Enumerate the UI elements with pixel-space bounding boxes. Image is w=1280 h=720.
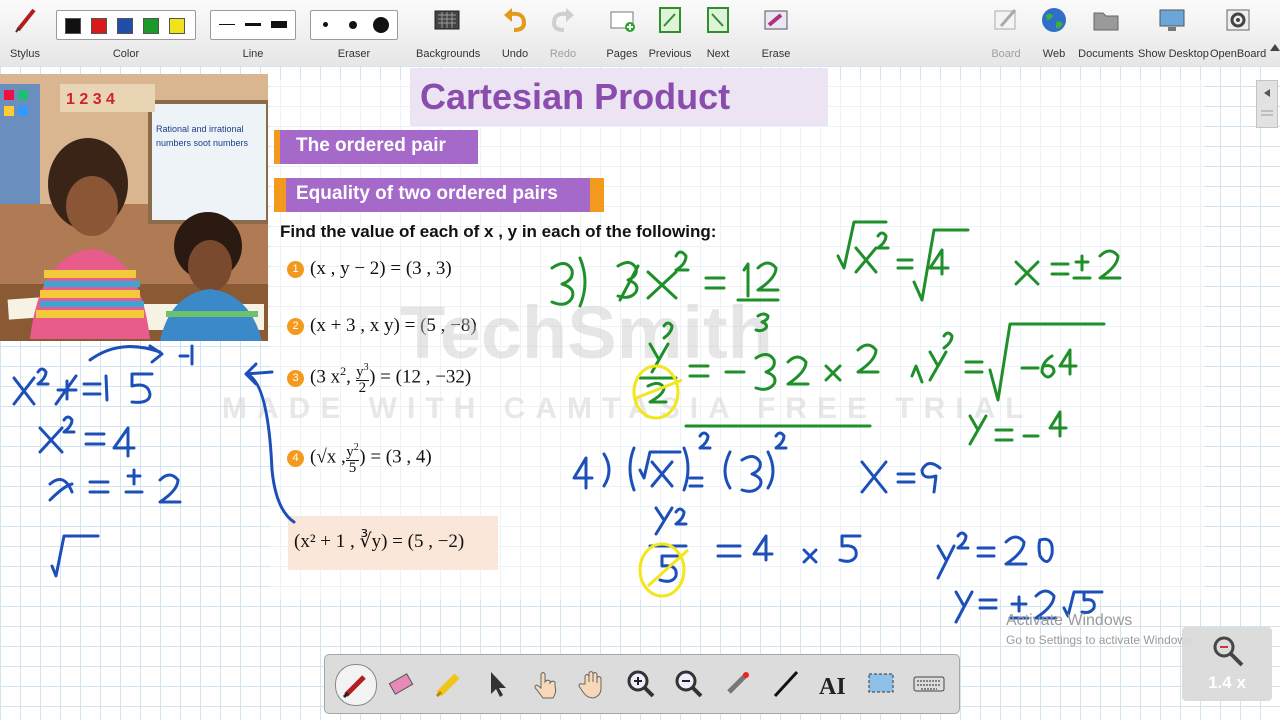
openboard-button[interactable]: OpenBoard: [1210, 4, 1266, 62]
text-icon: AI: [819, 674, 846, 700]
color-swatch-green[interactable]: [143, 18, 159, 34]
erase-page-icon: [764, 10, 788, 30]
undo-button[interactable]: Undo: [496, 4, 534, 62]
show-desktop-button[interactable]: Show Desktop: [1138, 4, 1209, 62]
expand-right-panel-icon: [1261, 89, 1273, 116]
erase-button[interactable]: Erase: [756, 4, 796, 62]
techsmith-watermark: TechSmith: [400, 291, 773, 374]
zoom-in-button[interactable]: [621, 664, 661, 704]
classroom-illustration: Rational and irrational numbers soot num…: [0, 74, 268, 341]
folder-icon: [1093, 12, 1119, 31]
monitor-icon: [1159, 9, 1185, 31]
hand-tool-button[interactable]: [573, 664, 613, 704]
web-button[interactable]: Web: [1034, 4, 1074, 62]
line-thick-option[interactable]: [271, 21, 287, 28]
section-ordered-pair: The ordered pair: [274, 130, 478, 164]
arrow-cursor-icon: [491, 672, 506, 697]
globe-icon: [1042, 8, 1066, 32]
color-palette: [56, 10, 196, 40]
pages-button[interactable]: Pages: [602, 4, 642, 62]
previous-page-button[interactable]: Previous: [646, 4, 694, 62]
svg-text:1 2 3 4: 1 2 3 4: [66, 91, 115, 108]
eraser-icon: [388, 673, 414, 695]
line-group: Line: [210, 4, 296, 62]
teacher-student-image: Rational and irrational numbers soot num…: [0, 74, 268, 341]
board-button[interactable]: Board: [986, 4, 1026, 62]
magnifier-icon: [1213, 636, 1244, 667]
floating-tool-palette: AI: [324, 654, 960, 714]
capture-icon: [868, 673, 894, 693]
redo-icon: [551, 8, 574, 32]
eraser-large-option[interactable]: [373, 17, 389, 33]
redo-button[interactable]: Redo: [544, 4, 582, 62]
zoom-out-button[interactable]: [669, 664, 709, 704]
color-swatch-black[interactable]: [65, 18, 81, 34]
eraser-size-selector: [310, 10, 398, 40]
highlighter-icon: [435, 673, 460, 698]
line-tool-button[interactable]: [765, 664, 805, 704]
backgrounds-button[interactable]: Backgrounds: [416, 4, 480, 62]
problem-number-3: 3: [287, 369, 304, 387]
zoom-indicator[interactable]: 1.4 x: [1182, 627, 1272, 701]
board-icon: [994, 9, 1017, 30]
color-swatch-red[interactable]: [91, 18, 107, 34]
color-swatch-blue[interactable]: [117, 18, 133, 34]
gear-icon: [1226, 9, 1250, 31]
highlighter-tool-button[interactable]: [429, 664, 469, 704]
problem-number-2: 2: [287, 318, 304, 336]
right-panel-toggle[interactable]: [1256, 80, 1278, 128]
activate-windows-notice: Activate Windows Go to Settings to activ…: [1006, 612, 1196, 647]
interact-tool-button[interactable]: [525, 664, 565, 704]
line-width-selector: [210, 10, 296, 40]
eraser-medium-option[interactable]: [349, 21, 357, 29]
line-icon: [773, 670, 799, 698]
instructions-text: Find the value of each of x , y in each …: [280, 222, 717, 241]
undo-icon: [504, 8, 527, 32]
color-group: Color: [56, 4, 196, 62]
camtasia-watermark: MADE WITH CAMTASIA FREE TRIAL: [222, 392, 1034, 425]
pen-icon: [342, 675, 366, 699]
next-page-button[interactable]: Next: [698, 4, 738, 62]
add-page-icon: [610, 11, 635, 32]
line-thin-option[interactable]: [219, 24, 235, 25]
selector-tool-button[interactable]: [477, 664, 517, 704]
keyboard-button[interactable]: [909, 664, 949, 704]
laser-pointer-button[interactable]: [717, 664, 757, 704]
capture-tool-button[interactable]: [861, 664, 901, 704]
keyboard-icon: [913, 676, 945, 692]
stylus-icon: [15, 8, 36, 33]
collapse-toolbar-icon[interactable]: [1270, 44, 1280, 51]
problem-number-4: 4: [287, 449, 304, 467]
pen-tool-button[interactable]: [335, 664, 377, 706]
stylus-button[interactable]: Stylus: [4, 4, 46, 62]
pointing-hand-icon: [534, 672, 557, 699]
problem-1: 1 (x , y − 2) = (3 , 3): [287, 258, 452, 280]
problem-5: (x² + 1 , ∛y) = (5 , −2): [294, 531, 465, 552]
section-equality: Equality of two ordered pairs: [274, 178, 604, 212]
problem-4: 4 (√x ,y2 5) = (3 , 4): [287, 440, 432, 476]
text-tool-button[interactable]: AI: [813, 664, 853, 704]
backgrounds-icon: [434, 10, 460, 30]
line-medium-option[interactable]: [245, 23, 261, 26]
main-toolbar: Stylus Color Line Eraser Backgrounds Und…: [0, 0, 1280, 67]
hand-icon: [578, 671, 602, 699]
zoom-level-label: 1.4 x: [1208, 673, 1246, 692]
zoom-out-icon: [675, 670, 703, 698]
next-page-icon: [707, 7, 729, 33]
documents-button[interactable]: Documents: [1078, 4, 1134, 62]
eraser-tool-button[interactable]: [381, 664, 421, 704]
laser-pointer-icon: [727, 672, 749, 694]
eraser-group: Eraser: [310, 4, 398, 62]
svg-text:numbers soot numbers: numbers soot numbers: [156, 138, 249, 148]
slide-title: Cartesian Product: [420, 76, 731, 117]
zoom-in-icon: [627, 670, 655, 698]
svg-text:Rational and irrational: Rational and irrational: [156, 124, 244, 134]
previous-page-icon: [659, 7, 681, 33]
eraser-small-option[interactable]: [323, 22, 328, 27]
problem-number-1: 1: [287, 261, 304, 279]
color-swatch-yellow[interactable]: [169, 18, 185, 34]
svg-text:AI: AI: [819, 674, 846, 700]
